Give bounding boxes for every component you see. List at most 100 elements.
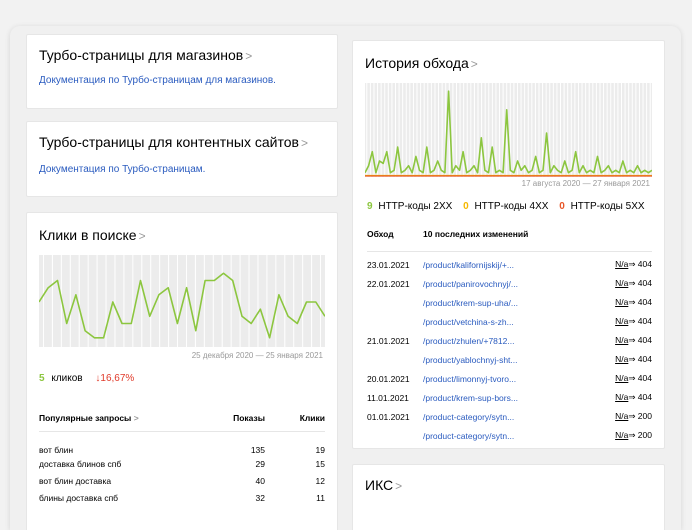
legend-4xx-count: 0: [463, 201, 469, 212]
changed-url-link[interactable]: /product/limonnyj-tvoro...: [423, 369, 588, 388]
table-row: 21.01.2021/product/zhulen/+7812... N/a⇒ 4…: [367, 331, 652, 350]
clicks-date-range: 25 декабря 2020 — 25 января 2021: [191, 351, 323, 360]
previous-status: N/a: [615, 316, 629, 326]
legend-2xx-label: HTTP-коды 2XX: [378, 201, 453, 212]
search-clicks-title[interactable]: Клики в поиске >: [39, 227, 146, 243]
impressions-cell: 40: [255, 475, 265, 486]
new-status: ⇒ 404: [628, 335, 652, 345]
changed-url-link[interactable]: /product/vetchina-s-zh...: [423, 312, 588, 331]
status-cell: N/a⇒ 404: [588, 255, 652, 274]
recent-changes-rows: 23.01.2021/product/kalifornijskij/+... N/…: [367, 255, 652, 445]
new-status: ⇒ 404: [628, 373, 652, 383]
turbo-shops-title[interactable]: Турбо-страницы для магазинов >: [39, 47, 252, 63]
col-header-impressions: Показы: [233, 412, 265, 423]
turbo-content-doc-link[interactable]: Документация по Турбо-страницам.: [39, 164, 205, 175]
previous-status: N/a: [615, 259, 629, 269]
http-codes-legend: 9 HTTP-коды 2XX 0 HTTP-коды 4XX 0 HTTP-к…: [367, 201, 645, 212]
clicks-count: 5: [39, 373, 45, 384]
new-status: ⇒ 404: [628, 392, 652, 402]
table-row: /product/vetchina-s-zh... N/a⇒ 404: [367, 312, 652, 331]
crawl-date-cell: 11.01.2021: [367, 392, 409, 403]
status-cell: N/a⇒ 200: [588, 426, 652, 445]
previous-status: N/a: [615, 297, 629, 307]
new-status: ⇒ 404: [628, 316, 652, 326]
clicks-chart: [39, 255, 325, 347]
turbo-shops-card: Турбо-страницы для магазинов > Документац…: [26, 34, 338, 109]
clicks-summary: 5 кликов ↓16,67%: [39, 373, 134, 384]
query-cell: блины доставка спб: [39, 492, 119, 503]
status-cell: N/a⇒ 404: [588, 388, 652, 407]
status-cell: N/a⇒ 404: [588, 369, 652, 388]
iks-card: ИКС >: [352, 464, 665, 530]
changed-url-link[interactable]: /product-category/sytn...: [423, 407, 588, 426]
new-status: ⇒ 404: [628, 354, 652, 364]
chevron-right-icon: >: [300, 136, 308, 150]
table-row: вот блин 135 19: [39, 431, 325, 455]
crawl-history-card: История обхода > 17 августа 2020 — 27 янв…: [352, 40, 665, 449]
chevron-right-icon: >: [395, 479, 403, 493]
impressions-cell: 29: [255, 458, 265, 469]
clicks-count-label: кликов: [51, 373, 83, 384]
new-status: ⇒ 404: [628, 278, 652, 288]
table-row: 11.01.2021/product/krem-sup-bors... N/a⇒ …: [367, 388, 652, 407]
crawl-history-title[interactable]: История обхода >: [365, 55, 478, 71]
history-chart: [365, 83, 652, 177]
changed-url-link[interactable]: /product/panirovochnyj/...: [423, 274, 588, 293]
crawl-date-cell: [367, 350, 423, 369]
clicks-cell: 19: [315, 445, 325, 455]
table-row: 22.01.2021/product/panirovochnyj/... N/a⇒…: [367, 274, 652, 293]
previous-status: N/a: [615, 392, 629, 402]
status-cell: N/a⇒ 404: [588, 350, 652, 369]
chevron-right-icon: >: [245, 49, 253, 63]
dashboard-frame: Турбо-страницы для магазинов > Документац…: [10, 26, 681, 530]
table-row: 20.01.2021/product/limonnyj-tvoro... N/a⇒…: [367, 369, 652, 388]
popular-queries-table: Популярные запросы > Показы Клики вот бл…: [39, 405, 325, 506]
status-cell: N/a⇒ 404: [588, 331, 652, 350]
legend-5xx-label: HTTP-коды 5XX: [570, 201, 645, 212]
crawl-date-cell: [367, 426, 423, 445]
search-clicks-card: Клики в поиске > 25 декабря 2020 — 25 янв…: [26, 212, 338, 530]
changed-url-link[interactable]: /product/yablochnyj-sht...: [423, 350, 588, 369]
previous-status: N/a: [615, 335, 629, 345]
impressions-cell: 135: [250, 445, 265, 455]
clicks-change: ↓16,67%: [95, 373, 135, 384]
changed-url-link[interactable]: /product/krem-sup-bors...: [423, 388, 588, 407]
crawl-date-cell: [367, 312, 423, 331]
previous-status: N/a: [615, 278, 629, 288]
previous-status: N/a: [615, 411, 629, 421]
table-row: /product-category/sytn... N/a⇒ 200: [367, 426, 652, 445]
changed-url-link[interactable]: /product-category/sytn...: [423, 426, 588, 445]
turbo-shops-doc-link[interactable]: Документация по Турбо-страницам для мага…: [39, 75, 276, 86]
col-header-changes: 10 последних изменений: [423, 229, 529, 239]
crawl-date-cell: [367, 293, 423, 312]
impressions-cell: 32: [255, 492, 265, 503]
status-cell: N/a⇒ 404: [588, 312, 652, 331]
iks-title[interactable]: ИКС >: [365, 477, 402, 493]
table-header-row: Обход 10 последних изменений: [367, 229, 652, 251]
previous-status: N/a: [615, 373, 629, 383]
table-row: блины доставка спб 32 11: [39, 489, 325, 506]
legend-4xx-label: HTTP-коды 4XX: [474, 201, 549, 212]
crawl-date-cell: 01.01.2021: [367, 411, 410, 422]
legend-5xx-count: 0: [559, 201, 565, 212]
table-row: доставка блинов спб 29 15: [39, 455, 325, 472]
table-row: вот блин доставка 40 12: [39, 472, 325, 489]
col-header-clicks: Клики: [299, 412, 325, 423]
table-row: /product/krem-sup-uha/... N/a⇒ 404: [367, 293, 652, 312]
changed-url-link[interactable]: /product/krem-sup-uha/...: [423, 293, 588, 312]
crawl-date-cell: 20.01.2021: [367, 373, 410, 384]
history-date-range: 17 августа 2020 — 27 января 2021: [521, 179, 650, 188]
chevron-right-icon: >: [138, 229, 146, 243]
status-cell: N/a⇒ 404: [588, 274, 652, 293]
query-cell: вот блин доставка: [39, 475, 112, 486]
crawl-date-cell: 23.01.2021: [367, 259, 410, 270]
col-header-queries[interactable]: Популярные запросы >: [39, 405, 210, 431]
changed-url-link[interactable]: /product/kalifornijskij/+...: [423, 255, 588, 274]
query-cell: доставка блинов спб: [39, 458, 122, 469]
recent-changes-table: Обход 10 последних изменений: [367, 229, 652, 252]
clicks-cell: 11: [316, 492, 325, 503]
changed-url-link[interactable]: /product/zhulen/+7812...: [423, 331, 588, 350]
table-row: 23.01.2021/product/kalifornijskij/+... N/…: [367, 255, 652, 274]
turbo-content-title[interactable]: Турбо-страницы для контентных сайтов >: [39, 134, 308, 150]
new-status: ⇒ 404: [628, 297, 652, 307]
